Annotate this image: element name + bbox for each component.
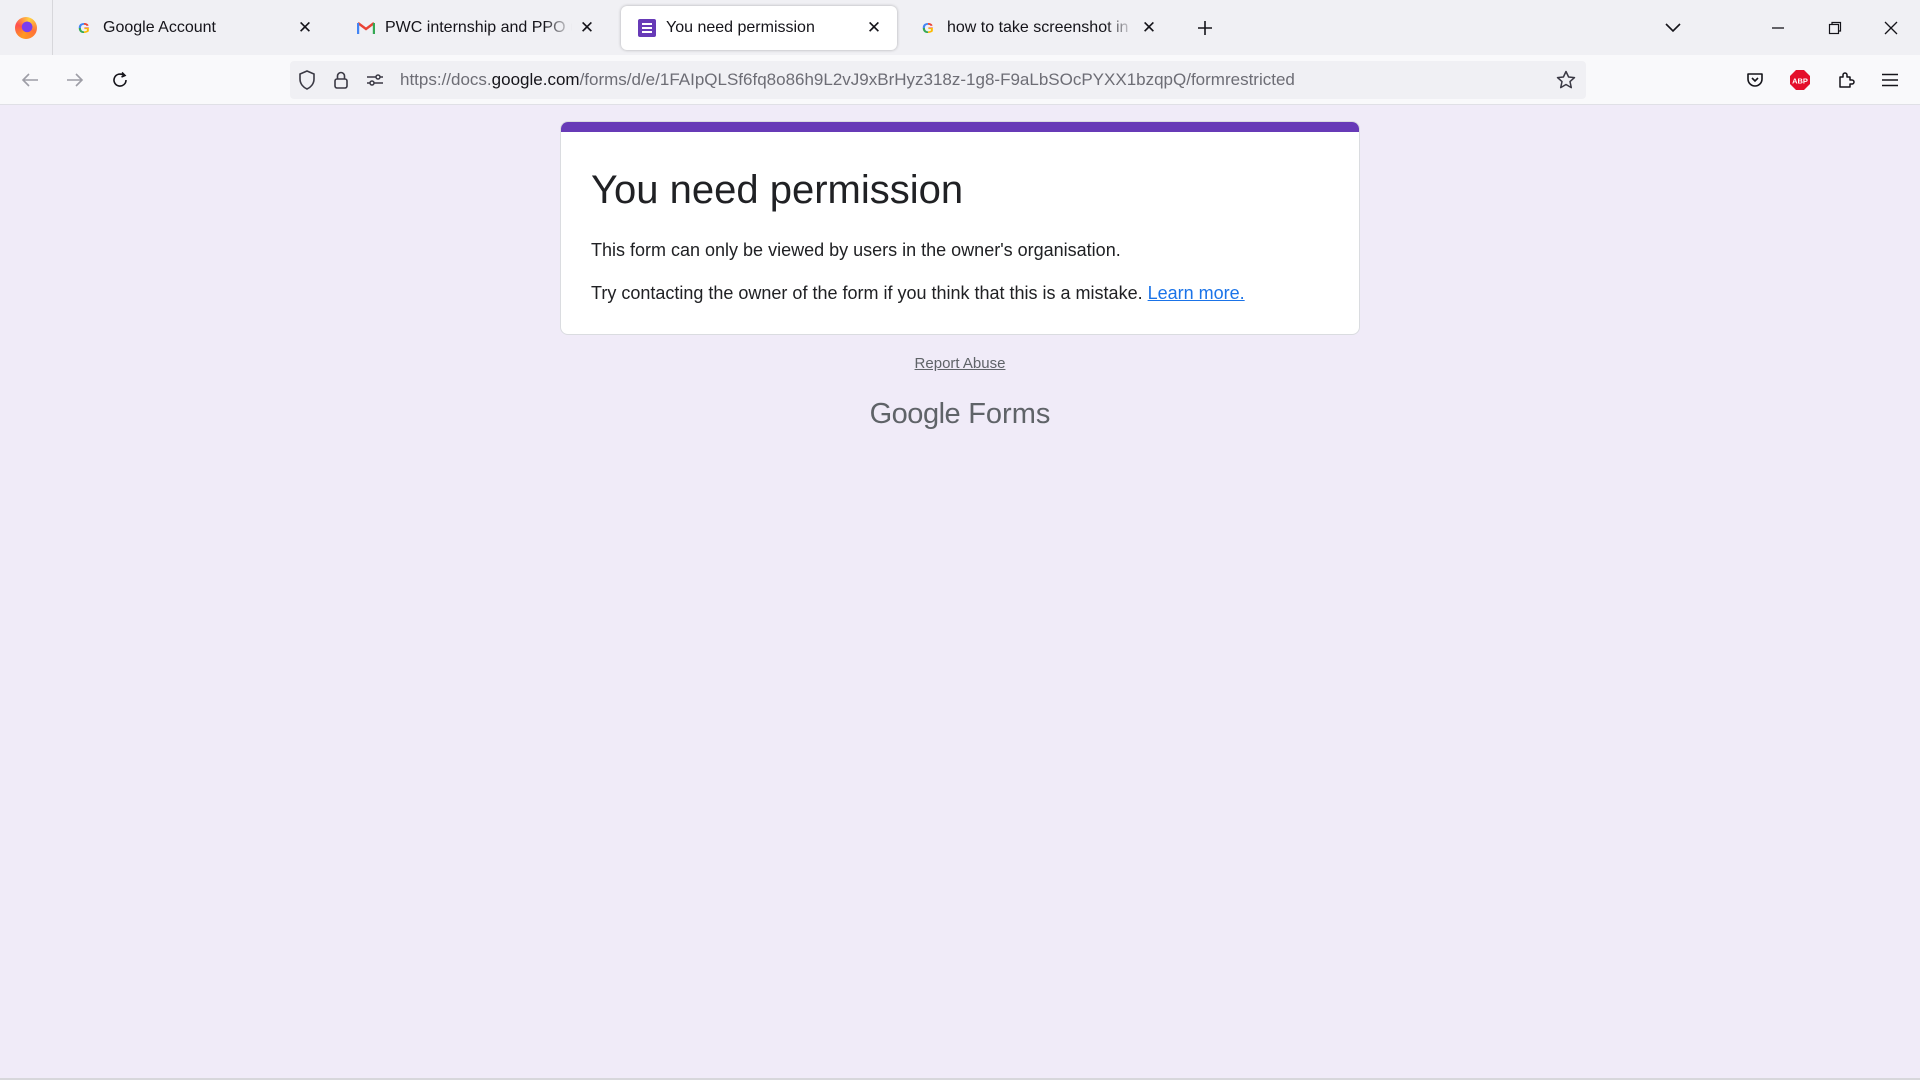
permission-card: You need permission This form can only b…	[560, 121, 1360, 335]
new-tab-button[interactable]	[1182, 0, 1228, 55]
minimize-button[interactable]	[1755, 0, 1801, 55]
firefox-icon	[15, 16, 37, 39]
lock-icon[interactable]	[324, 61, 358, 99]
extensions-button[interactable]	[1826, 60, 1866, 100]
list-all-tabs-button[interactable]	[1650, 0, 1696, 55]
tab-google-account[interactable]: G Google Account ✕	[58, 6, 328, 50]
card-accent-bar	[561, 122, 1359, 132]
close-tab-icon[interactable]: ✕	[1138, 17, 1160, 39]
bookmark-star-icon[interactable]	[1546, 61, 1586, 99]
back-button[interactable]	[10, 60, 50, 100]
navigation-toolbar: https://docs.google.com/forms/d/e/1FAIpQ…	[0, 55, 1920, 105]
tab-forms-active[interactable]: You need permission ✕	[621, 6, 897, 50]
svg-text:ABP: ABP	[1792, 77, 1808, 86]
tab-title: You need permission	[666, 19, 815, 36]
url-text[interactable]: https://docs.google.com/forms/d/e/1FAIpQ…	[400, 70, 1546, 90]
adblock-icon: ABP	[1790, 70, 1810, 90]
google-icon: G	[75, 19, 93, 37]
google-icon: G	[919, 19, 937, 37]
brand-product: Forms	[968, 398, 1051, 430]
brand-google: Google	[869, 398, 961, 430]
tab-title: how to take screenshot in laptop	[947, 19, 1134, 36]
learn-more-link[interactable]: Learn more.	[1148, 283, 1245, 303]
adblock-button[interactable]: ABP	[1780, 60, 1820, 100]
forward-button[interactable]	[55, 60, 95, 100]
google-forms-icon	[638, 19, 656, 37]
close-window-button[interactable]	[1868, 0, 1914, 55]
permission-message: This form can only be viewed by users in…	[591, 240, 1121, 260]
page-title: You need permission	[591, 168, 964, 212]
menu-icon	[1882, 73, 1898, 87]
reload-button[interactable]	[100, 60, 140, 100]
permission-hint-text: Try contacting the owner of the form if …	[591, 283, 1143, 303]
tab-title: Google Account	[103, 19, 216, 36]
close-tab-icon[interactable]: ✕	[294, 17, 316, 39]
report-abuse-row: Report Abuse	[0, 355, 1920, 372]
tab-strip: G Google Account ✕ PWC internship and PP…	[0, 0, 1920, 55]
extensions-icon	[1839, 72, 1855, 88]
chevron-down-icon	[1665, 22, 1681, 32]
tab-title: PWC internship and PPO update	[385, 19, 572, 36]
close-tab-icon[interactable]: ✕	[863, 17, 885, 39]
tracking-protection-shield-icon[interactable]	[290, 61, 324, 99]
reload-icon	[113, 71, 127, 87]
gmail-icon	[357, 19, 375, 37]
google-forms-logo[interactable]: Google Forms	[0, 398, 1920, 431]
pocket-icon	[1747, 73, 1763, 87]
report-abuse-link[interactable]: Report Abuse	[915, 355, 1006, 372]
address-bar[interactable]: https://docs.google.com/forms/d/e/1FAIpQ…	[290, 61, 1586, 99]
permission-hint: Try contacting the owner of the form if …	[591, 283, 1245, 304]
back-arrow-icon	[21, 73, 38, 87]
firefox-menu-button[interactable]	[0, 0, 53, 55]
forward-arrow-icon	[67, 73, 84, 87]
restore-button[interactable]	[1812, 0, 1858, 55]
pocket-button[interactable]	[1735, 60, 1775, 100]
app-menu-button[interactable]	[1870, 60, 1910, 100]
site-permissions-icon[interactable]	[358, 61, 392, 99]
tab-search-screenshot[interactable]: G how to take screenshot in laptop ✕	[902, 6, 1172, 50]
close-tab-icon[interactable]: ✕	[576, 17, 598, 39]
tab-gmail[interactable]: PWC internship and PPO update ✕	[340, 6, 610, 50]
